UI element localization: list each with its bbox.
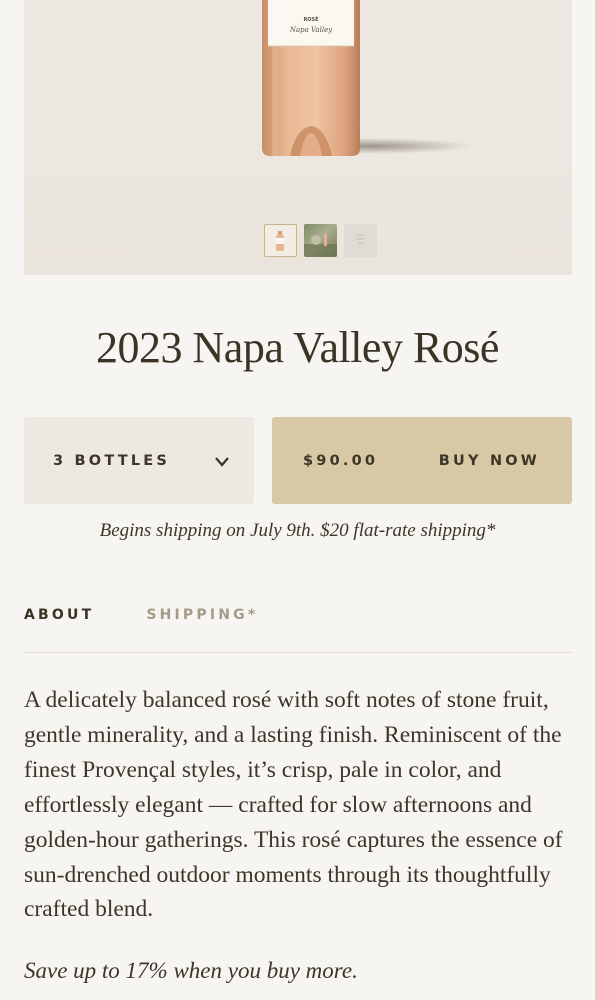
bottle-thumbnail-icon: [276, 231, 284, 251]
tab-about[interactable]: ABOUT: [24, 607, 94, 623]
chevron-down-icon: [215, 456, 229, 467]
image-thumbnails: [264, 224, 377, 257]
quantity-select[interactable]: 3 BOTTLES: [24, 417, 254, 504]
tabs-divider: [24, 652, 572, 653]
label-detail-icon: [356, 234, 365, 244]
buy-now-label: BUY NOW: [438, 452, 540, 469]
outdoor-scene-icon: [304, 234, 337, 257]
info-tabs: ABOUT SHIPPING*: [24, 607, 258, 623]
product-image-panel: ROSÉ Napa Valley: [24, 0, 572, 275]
bottle-label-script: Napa Valley: [289, 26, 333, 34]
product-description: A delicately balanced rosé with soft not…: [24, 687, 563, 923]
promo-text: Save up to 17% when you buy more.: [24, 958, 358, 983]
thumbnail-outdoor[interactable]: [304, 224, 337, 257]
price-label: $90.00: [303, 452, 379, 469]
wine-bottle-image: ROSÉ Napa Valley: [262, 0, 360, 156]
quantity-label: 3 BOTTLES: [53, 452, 171, 469]
thumbnail-bottle[interactable]: [264, 224, 297, 257]
thumbnail-label[interactable]: [344, 224, 377, 257]
bottle-label-text: ROSÉ: [303, 15, 319, 23]
tab-shipping[interactable]: SHIPPING*: [146, 607, 258, 623]
buy-now-button[interactable]: $90.00 BUY NOW: [272, 417, 572, 504]
product-title: 2023 Napa Valley Rosé: [96, 323, 499, 372]
shipping-note: Begins shipping on July 9th. $20 flat-ra…: [99, 520, 496, 541]
